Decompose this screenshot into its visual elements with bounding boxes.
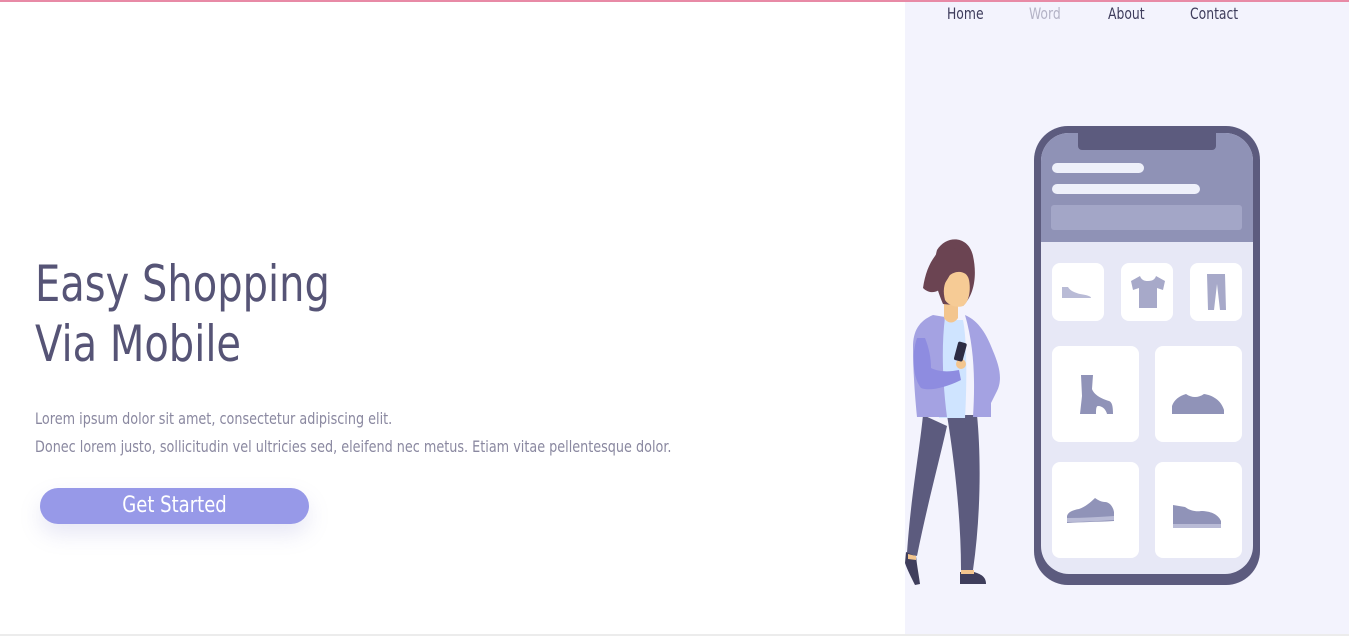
nav-link-contact[interactable]: Contact [1190, 3, 1238, 25]
hero-title-line-2: Via Mobile [35, 315, 242, 373]
get-started-button[interactable]: Get Started [40, 488, 309, 524]
hero-title: Easy Shopping Via Mobile [35, 254, 330, 374]
header-line-short [1052, 163, 1144, 173]
hero-description-line-2: Donec lorem justo, sollicitudin vel ultr… [35, 437, 672, 456]
nav-link-home[interactable]: Home [947, 3, 984, 25]
product-card-boot [1052, 346, 1139, 442]
hero-description-line-1: Lorem ipsum dolor sit amet, consectetur … [35, 409, 393, 428]
nav-link-about[interactable]: About [1108, 3, 1145, 25]
mobile-shopping-illustration [905, 126, 1260, 585]
hero-title-line-1: Easy Shopping [35, 255, 330, 313]
phone-illustration [1034, 126, 1260, 585]
hero-description: Lorem ipsum dolor sit amet, consectetur … [35, 405, 671, 461]
nav-link-word[interactable]: Word [1029, 3, 1061, 25]
woman-right-leg [947, 415, 980, 570]
woman-illustration [905, 239, 1000, 585]
landing-page: Home Word About Contact Easy Shopping Vi… [0, 0, 1349, 636]
search-bar [1051, 205, 1242, 230]
product-card-sneaker-1 [1155, 346, 1242, 442]
phone-notch [1078, 126, 1216, 150]
woman-left-leg [907, 415, 947, 556]
woman-jacket-right [965, 315, 1000, 417]
header-line-long [1052, 184, 1200, 194]
product-card-sneaker-3 [1155, 462, 1242, 558]
main-nav: Home Word About Contact [0, 3, 1349, 27]
get-started-label: Get Started [122, 493, 227, 518]
product-card-flat-shoe [1052, 263, 1104, 321]
